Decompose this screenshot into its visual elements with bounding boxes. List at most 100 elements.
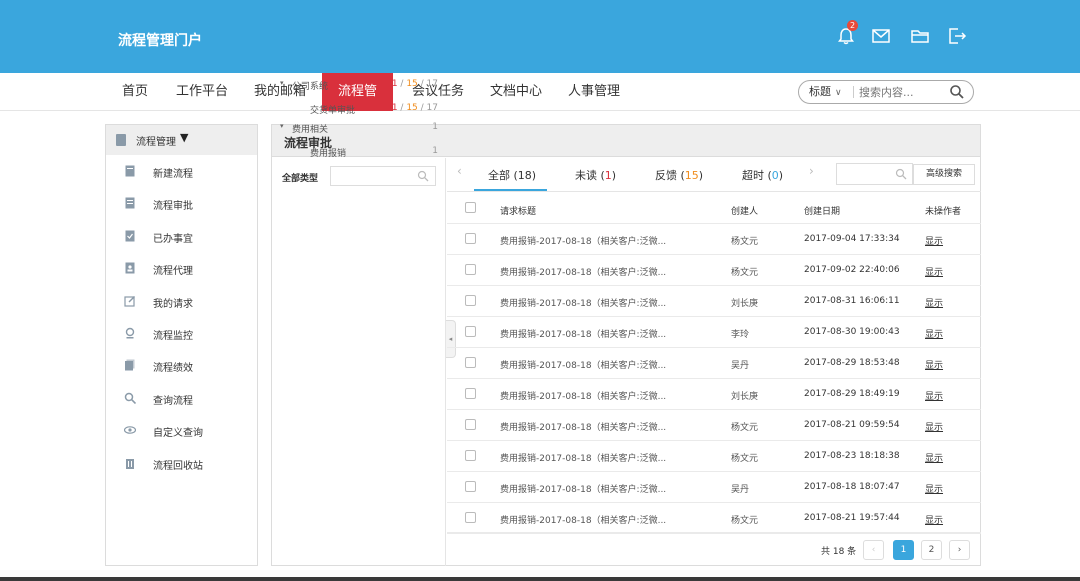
table-row[interactable]: 费用报销-2017-08-18（相关客户:泛微... 杨文元 2017-08-23 …	[447, 441, 981, 472]
tab-label: 反馈	[655, 169, 677, 182]
row-checkbox[interactable]	[465, 419, 476, 430]
request-title[interactable]: 费用报销-2017-08-18（相关客户:泛微...	[500, 327, 666, 340]
show-operators-link[interactable]: 显示	[925, 296, 943, 309]
search-icon[interactable]	[949, 84, 965, 100]
page-1-button[interactable]: 1	[893, 540, 914, 560]
nav-documents[interactable]: 文档中心	[480, 73, 552, 111]
tree-node[interactable]: ▾ 费用相关 1	[272, 121, 446, 137]
show-operators-link[interactable]: 显示	[925, 451, 943, 464]
table-row[interactable]: 费用报销-2017-08-18（相关客户:泛微... 杨文元 2017-08-21 …	[447, 410, 981, 441]
advanced-search-button[interactable]: 高级搜索	[913, 164, 975, 185]
request-title[interactable]: 费用报销-2017-08-18（相关客户:泛微...	[500, 296, 666, 309]
table-row[interactable]: 费用报销-2017-08-18（相关客户:泛微... 吴丹 2017-08-18 1…	[447, 472, 981, 503]
tab-unread[interactable]: 未读 (1)	[575, 167, 616, 183]
row-checkbox[interactable]	[465, 388, 476, 399]
tree-node[interactable]: ▾ 公司系统 1 / 15 / 17	[272, 78, 446, 94]
nav-workbench[interactable]: 工作平台	[166, 73, 238, 111]
creator: 李玲	[731, 330, 750, 340]
row-checkbox[interactable]	[465, 450, 476, 461]
tab-paren: (	[764, 169, 772, 182]
row-checkbox[interactable]	[465, 357, 476, 368]
nav-hr[interactable]: 人事管理	[558, 73, 630, 111]
show-operators-link[interactable]: 显示	[925, 513, 943, 526]
sidebar-item-eye[interactable]: 自定义查询	[106, 414, 257, 446]
table-row[interactable]: 费用报销-2017-08-18（相关客户:泛微... 李玲 2017-08-30 1…	[447, 317, 981, 348]
show-operators-link[interactable]: 显示	[925, 420, 943, 433]
select-all-checkbox[interactable]	[465, 202, 476, 213]
search-icon[interactable]	[895, 168, 907, 180]
show-operators-link[interactable]: 显示	[925, 265, 943, 278]
sidebar-item-new-process[interactable]: 新建流程	[106, 155, 257, 187]
logout-icon[interactable]	[947, 26, 967, 46]
table-row[interactable]: 费用报销-2017-08-18（相关客户:泛微... 刘长庚 2017-08-29 …	[447, 379, 981, 410]
row-checkbox[interactable]	[465, 233, 476, 244]
bell-icon[interactable]: 2	[836, 20, 858, 46]
table-row[interactable]: 费用报销-2017-08-18（相关客户:泛微... 杨文元 2017-09-02 …	[447, 255, 981, 286]
tab-paren: (	[597, 169, 605, 182]
show-operators-link[interactable]: 显示	[925, 389, 943, 402]
expand-arrow-icon[interactable]: ▾	[280, 79, 284, 87]
search-icon[interactable]	[417, 170, 429, 182]
search-field-select[interactable]: 标题 ∨	[809, 81, 842, 103]
table-row[interactable]: 费用报销-2017-08-18（相关客户:泛微... 杨文元 2017-08-21 …	[447, 503, 981, 534]
creator: 杨文元	[731, 454, 759, 464]
created-date: 2017-08-29 18:53:48	[804, 358, 900, 368]
show-operators-link[interactable]: 显示	[925, 358, 943, 371]
prev-page-button[interactable]: ‹	[863, 540, 884, 560]
tree-node[interactable]: 交货单审批 1 / 15 / 17	[272, 102, 446, 118]
sidebar-item-trash[interactable]: 流程回收站	[106, 447, 257, 479]
header-operator: 未操作者	[925, 207, 962, 217]
request-title[interactable]: 费用报销-2017-08-18（相关客户:泛微...	[500, 451, 666, 464]
expand-arrow-icon[interactable]: ▾	[280, 122, 284, 130]
nav-home[interactable]: 首页	[112, 73, 158, 111]
show-operators-link[interactable]: 显示	[925, 482, 943, 495]
request-title[interactable]: 费用报销-2017-08-18（相关客户:泛微...	[500, 420, 666, 433]
row-checkbox[interactable]	[465, 264, 476, 275]
table-row[interactable]: 费用报销-2017-08-18（相关客户:泛微... 刘长庚 2017-08-31 …	[447, 286, 981, 317]
row-checkbox[interactable]	[465, 481, 476, 492]
tab-next-icon[interactable]: ›	[809, 164, 814, 178]
tab-feedback[interactable]: 反馈 (15)	[655, 167, 703, 183]
row-checkbox[interactable]	[465, 326, 476, 337]
row-checkbox[interactable]	[465, 512, 476, 523]
request-title[interactable]: 费用报销-2017-08-18（相关客户:泛微...	[500, 265, 666, 278]
show-operators-link[interactable]: 显示	[925, 327, 943, 340]
sidebar-item-label: 流程代理	[153, 266, 193, 278]
active-tab-indicator	[474, 189, 547, 191]
page-2-button[interactable]: 2	[921, 540, 942, 560]
sidebar-item-edit[interactable]: 我的请求	[106, 285, 257, 317]
row-checkbox[interactable]	[465, 295, 476, 306]
request-title[interactable]: 费用报销-2017-08-18（相关客户:泛微...	[500, 389, 666, 402]
count-feedback: 15	[406, 103, 418, 113]
next-page-button[interactable]: ›	[949, 540, 970, 560]
sidebar-item-performance[interactable]: 流程绩效	[106, 349, 257, 381]
tree-node[interactable]: 费用报销 1	[272, 145, 446, 161]
tab-all[interactable]: 全部 (18)	[488, 167, 536, 183]
request-title[interactable]: 费用报销-2017-08-18（相关客户:泛微...	[500, 234, 666, 247]
sidebar-item-agent[interactable]: 流程代理	[106, 252, 257, 284]
sidebar-item-done[interactable]: 已办事宜	[106, 220, 257, 252]
mail-icon[interactable]	[871, 26, 891, 46]
tab-prev-icon[interactable]: ‹	[457, 164, 462, 178]
search-input[interactable]	[859, 83, 947, 101]
show-operators-link[interactable]: 显示	[925, 234, 943, 247]
request-title[interactable]: 费用报销-2017-08-18（相关客户:泛微...	[500, 358, 666, 371]
folder-icon[interactable]	[910, 26, 930, 46]
sidebar-item-monitor[interactable]: 流程监控	[106, 317, 257, 349]
table-row[interactable]: 费用报销-2017-08-18（相关客户:泛微... 吴丹 2017-08-29 1…	[447, 348, 981, 379]
sidebar-item-label: 自定义查询	[153, 428, 203, 440]
table-row[interactable]: 费用报销-2017-08-18（相关客户:泛微... 杨文元 2017-09-04 …	[447, 224, 981, 255]
sidebar-header[interactable]: 流程管理 ▼	[106, 125, 257, 155]
creator: 吴丹	[731, 361, 750, 371]
request-title[interactable]: 费用报销-2017-08-18（相关客户:泛微...	[500, 482, 666, 495]
tree-node-label: 费用报销	[310, 149, 347, 159]
caret-down-icon: ▼	[180, 131, 189, 144]
request-title[interactable]: 费用报销-2017-08-18（相关客户:泛微...	[500, 513, 666, 526]
sidebar-item-approval[interactable]: 流程审批	[106, 187, 257, 219]
created-date: 2017-08-31 16:06:11	[804, 296, 900, 306]
sidebar-item-search[interactable]: 查询流程	[106, 382, 257, 414]
tab-overdue[interactable]: 超时 (0)	[742, 167, 783, 183]
tab-paren: )	[698, 169, 704, 182]
list-search-input[interactable]	[836, 163, 913, 185]
tree-search-input[interactable]	[330, 166, 436, 186]
